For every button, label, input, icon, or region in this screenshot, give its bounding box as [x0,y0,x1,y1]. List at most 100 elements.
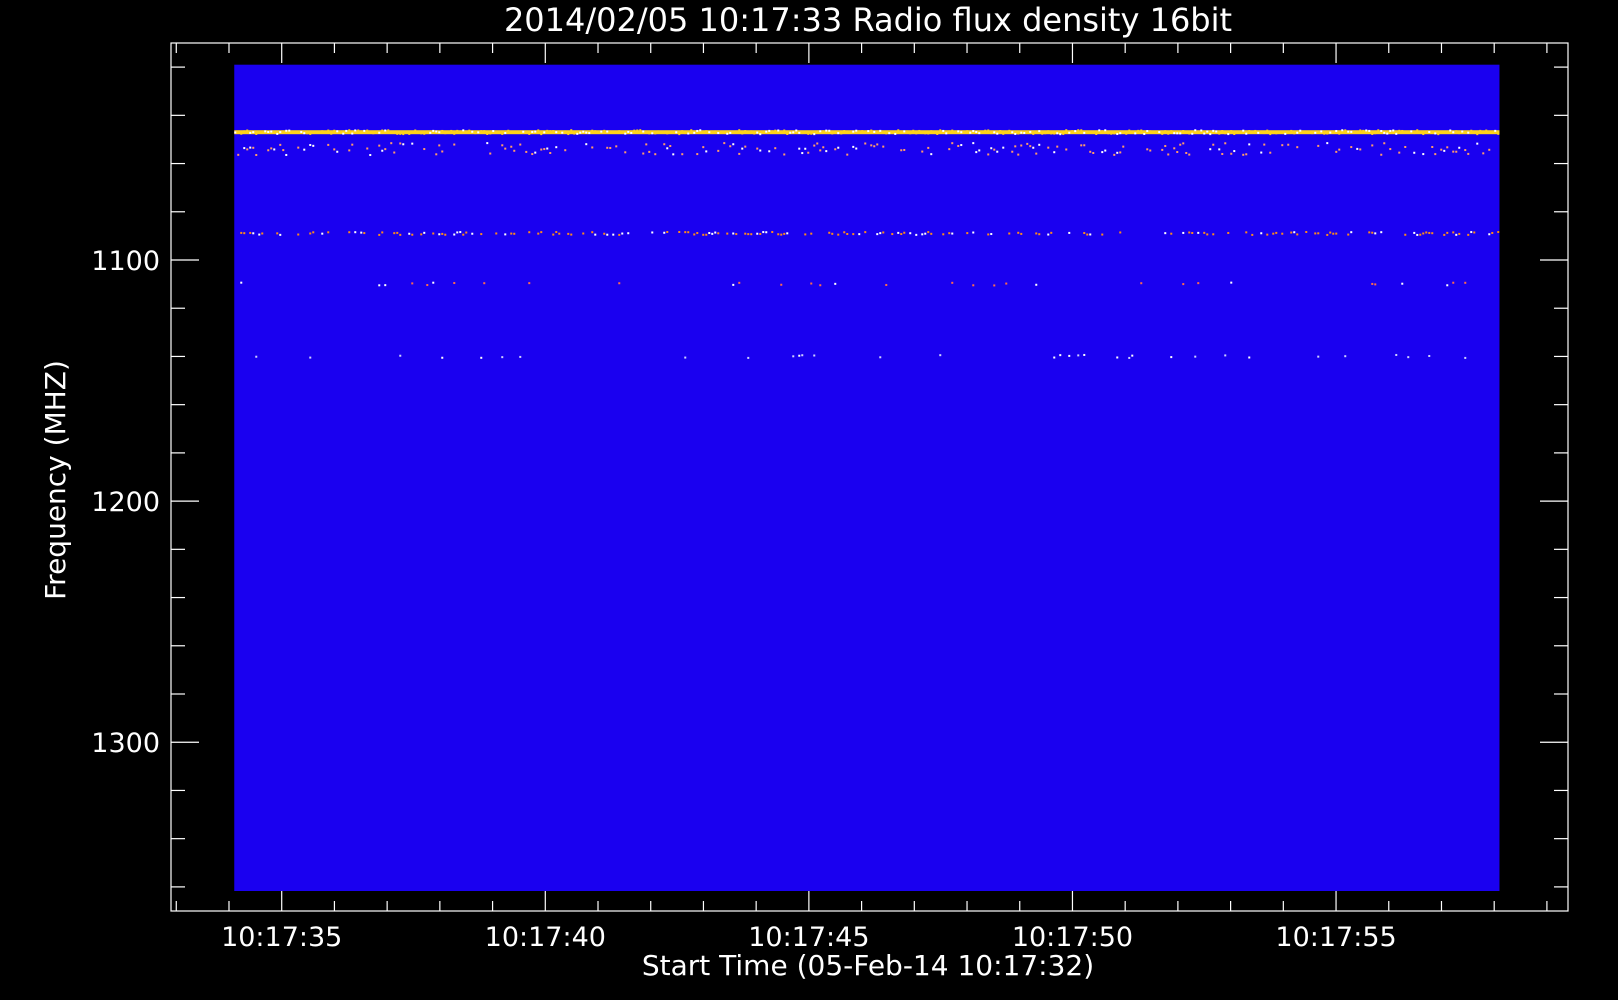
emission-speck [1386,132,1389,135]
emission-speck [921,233,924,236]
emission-speck [1122,131,1125,134]
emission-speck [780,283,783,286]
emission-speck [507,129,510,132]
emission-speck [432,129,435,132]
emission-speck [561,131,564,134]
emission-speck [1350,130,1353,133]
emission-speck [1020,232,1023,235]
emission-speck [1458,132,1461,135]
emission-speck [258,233,261,236]
emission-speck [609,146,612,149]
emission-speck [804,233,807,236]
emission-speck [939,354,942,357]
emission-speck [834,131,837,134]
emission-speck [963,131,966,134]
emission-speck [702,146,705,149]
emission-speck [909,232,912,235]
emission-speck [570,233,573,236]
emission-speck [492,130,495,133]
emission-speck [402,133,405,136]
emission-speck [774,147,777,150]
emission-speck [657,130,660,133]
emission-speck [1164,130,1167,133]
emission-speck [288,129,291,132]
emission-speck [876,131,879,134]
emission-speck [399,233,402,236]
emission-speck [663,231,666,234]
emission-speck [558,232,561,235]
emission-speck [1167,132,1170,135]
emission-speck [1245,231,1248,234]
emission-speck [840,132,843,135]
emission-speck [828,129,831,132]
emission-speck [438,144,441,147]
emission-speck [735,233,738,236]
emission-speck [1182,130,1185,133]
emission-speck [297,130,300,133]
emission-speck [1317,144,1320,147]
emission-speck [1377,129,1380,132]
emission-speck [1167,153,1170,156]
emission-speck [732,283,735,286]
emission-speck [519,355,522,358]
emission-speck [921,150,924,153]
emission-speck [291,131,294,134]
emission-speck [750,130,753,133]
emission-speck [696,232,699,235]
emission-speck [642,130,645,133]
emission-speck [1236,131,1239,134]
emission-speck [879,356,882,359]
emission-speck [537,129,540,132]
emission-speck [1119,231,1122,234]
emission-speck [930,153,933,156]
emission-speck [504,233,507,236]
emission-speck [1395,353,1398,356]
emission-speck [531,130,534,133]
emission-speck [1149,130,1152,133]
emission-speck [414,129,417,132]
emission-speck [738,281,741,284]
emission-speck [882,145,885,148]
emission-speck [1452,131,1455,134]
emission-speck [255,355,258,358]
emission-speck [534,130,537,133]
emission-speck [240,281,243,284]
emission-speck [318,130,321,133]
emission-speck [402,143,405,146]
emission-speck [969,131,972,134]
emission-speck [1197,131,1200,134]
emission-speck [1002,132,1005,135]
emission-speck [1413,151,1416,154]
emission-speck [585,131,588,134]
emission-speck [603,232,606,235]
emission-speck [1308,131,1311,134]
emission-speck [366,129,369,132]
emission-speck [549,152,552,155]
emission-speck [810,232,813,235]
emission-speck [1035,152,1038,155]
emission-speck [393,131,396,134]
emission-speck [687,132,690,135]
emission-speck [1053,356,1056,359]
emission-speck [579,131,582,134]
emission-speck [1371,282,1374,285]
emission-speck [681,153,684,156]
emission-speck [852,145,855,148]
emission-speck [975,151,978,154]
emission-speck [786,133,789,136]
emission-speck [810,132,813,135]
emission-speck [1071,130,1074,133]
emission-speck [309,232,312,235]
emission-speck [672,153,675,156]
emission-speck [381,149,384,152]
emission-speck [528,132,531,135]
emission-speck [1275,132,1278,135]
emission-speck [1446,231,1449,234]
emission-speck [915,233,918,236]
emission-speck [441,356,444,359]
emission-speck [834,148,837,151]
emission-speck [1272,232,1275,235]
emission-speck [759,133,762,136]
emission-speck [1287,143,1290,146]
emission-speck [846,232,849,235]
